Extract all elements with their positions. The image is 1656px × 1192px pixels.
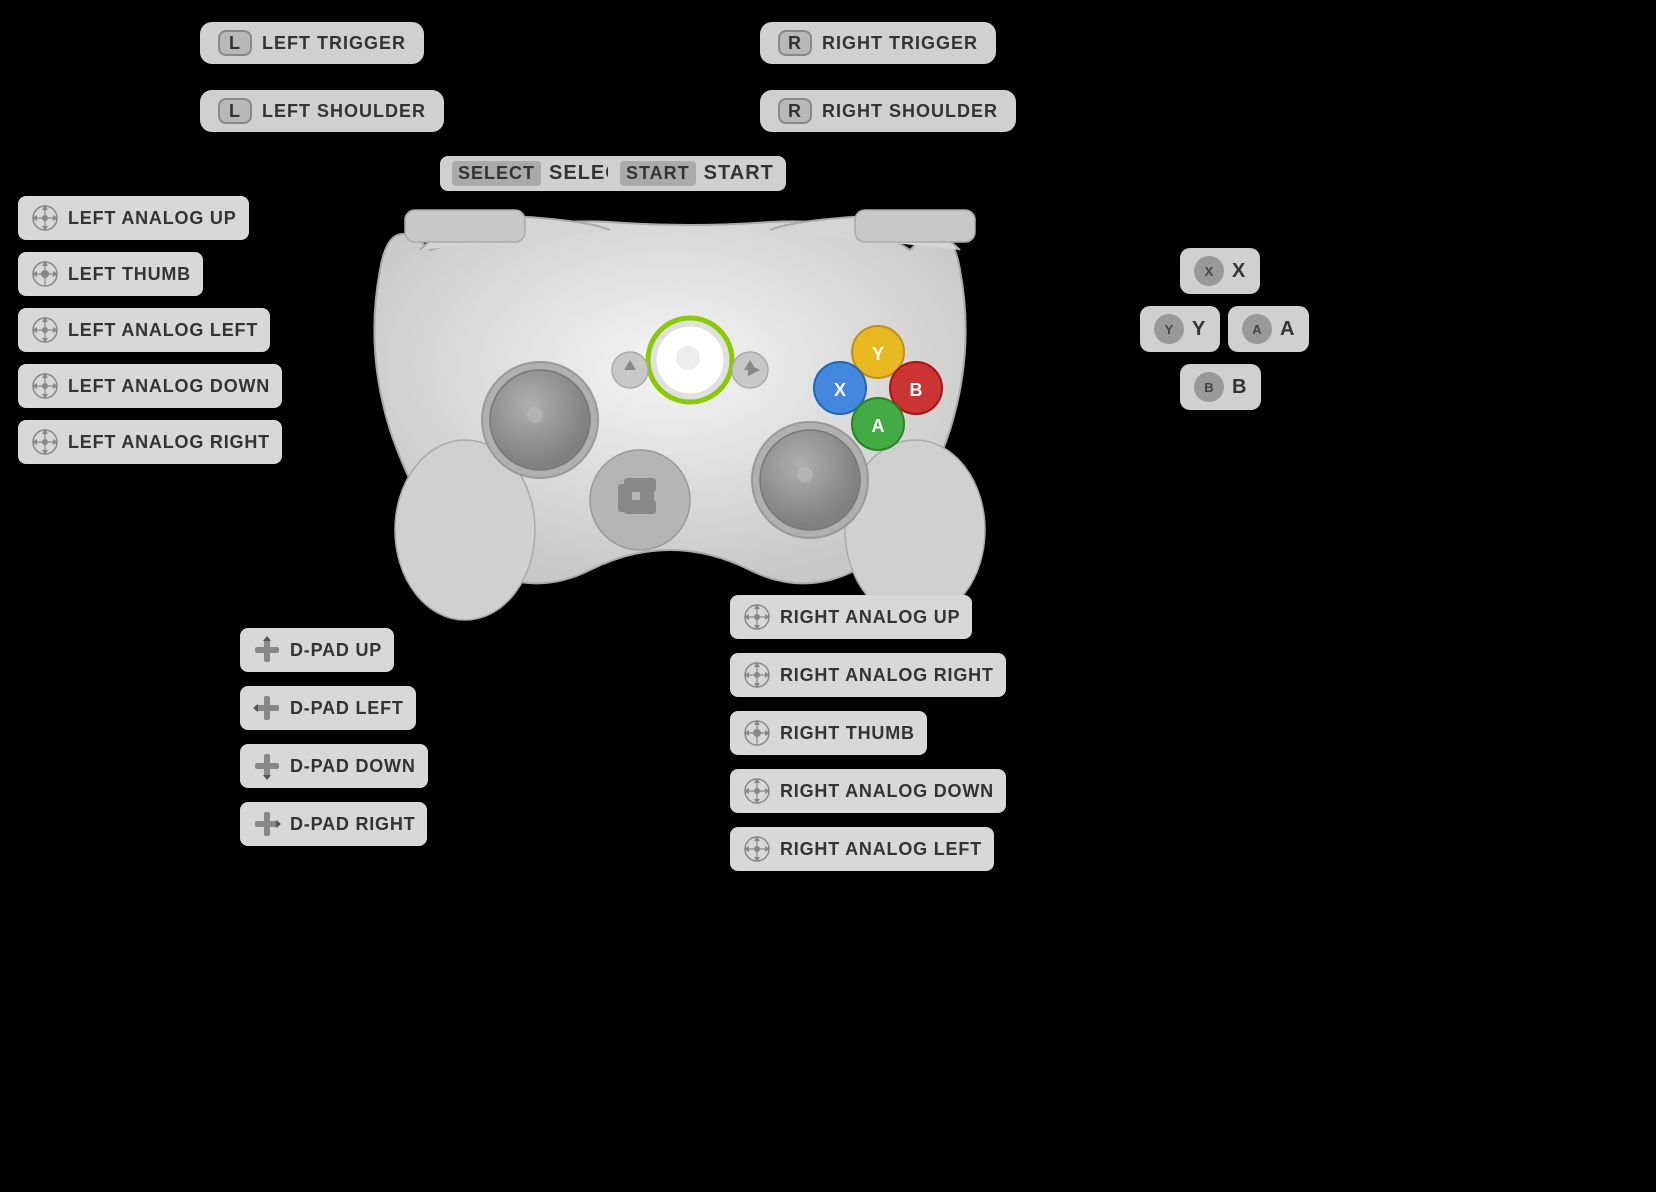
- left-shoulder-text: LEFT SHOULDER: [262, 101, 426, 122]
- left-analog-left-text: LEFT ANALOG LEFT: [68, 320, 258, 341]
- controller-diagram: Y X B A: [310, 130, 1070, 730]
- dpad-left-label: D-PAD LEFT: [240, 686, 416, 730]
- left-thumb-label: LEFT THUMB: [18, 252, 203, 296]
- left-analog-down-text: LEFT ANALOG DOWN: [68, 376, 270, 397]
- y-button-label: Y Y: [1140, 306, 1220, 352]
- dpad-down-text: D-PAD DOWN: [290, 756, 416, 777]
- right-analog-left-text: RIGHT ANALOG LEFT: [780, 839, 982, 860]
- right-trigger-text: RIGHT TRIGGER: [822, 33, 978, 54]
- right-analog-right-icon: [742, 660, 772, 690]
- l-badge-shoulder: L: [218, 98, 252, 124]
- left-analog-up-text: LEFT ANALOG UP: [68, 208, 237, 229]
- right-analog-down-text: RIGHT ANALOG DOWN: [780, 781, 994, 802]
- analog-right-icon: [30, 427, 60, 457]
- right-analog-left-icon: [742, 834, 772, 864]
- right-shoulder-label: R RIGHT SHOULDER: [760, 90, 1016, 132]
- right-thumb-icon: [742, 718, 772, 748]
- r-badge-text: R: [788, 33, 802, 54]
- l-badge: L: [218, 30, 252, 56]
- left-trigger-text: LEFT TRIGGER: [262, 33, 406, 54]
- left-trigger-label: L LEFT TRIGGER: [200, 22, 424, 64]
- right-trigger-label: R RIGHT TRIGGER: [760, 22, 996, 64]
- dpad-up-text: D-PAD UP: [290, 640, 382, 661]
- right-thumb-label: RIGHT THUMB: [730, 711, 927, 755]
- svg-text:B: B: [910, 380, 923, 400]
- r-badge: R: [778, 30, 812, 56]
- right-analog-down-label: RIGHT ANALOG DOWN: [730, 769, 1006, 813]
- x-button-text: X: [1232, 260, 1246, 283]
- b-button-label: B B: [1180, 364, 1261, 410]
- right-analog-right-label: RIGHT ANALOG RIGHT: [730, 653, 1006, 697]
- l-badge-shoulder-text: L: [229, 101, 241, 122]
- left-analog-left-label: LEFT ANALOG LEFT: [18, 308, 270, 352]
- b-button-text: B: [1232, 376, 1247, 399]
- left-analog-up-label: LEFT ANALOG UP: [18, 196, 249, 240]
- left-shoulder-label: L LEFT SHOULDER: [200, 90, 444, 132]
- right-shoulder-text: RIGHT SHOULDER: [822, 101, 998, 122]
- left-analog-right-label: LEFT ANALOG RIGHT: [18, 420, 282, 464]
- right-analog-right-text: RIGHT ANALOG RIGHT: [780, 665, 994, 686]
- analog-up-icon: [30, 203, 60, 233]
- x-btn-circle: X: [1194, 256, 1224, 286]
- dpad-down-label: D-PAD DOWN: [240, 744, 428, 788]
- r-badge-shoulder-text: R: [788, 101, 802, 122]
- left-analog-right-text: LEFT ANALOG RIGHT: [68, 432, 270, 453]
- a-button-text: A: [1280, 318, 1295, 341]
- analog-down-icon: [30, 371, 60, 401]
- left-analog-down-label: LEFT ANALOG DOWN: [18, 364, 282, 408]
- b-btn-circle: B: [1194, 372, 1224, 402]
- a-button-label: A A: [1228, 306, 1309, 352]
- y-button-text: Y: [1192, 318, 1206, 341]
- left-thumb-text: LEFT THUMB: [68, 264, 191, 285]
- dpad-up-label: D-PAD UP: [240, 628, 394, 672]
- a-btn-circle: A: [1242, 314, 1272, 344]
- dpad-down-icon: [252, 751, 282, 781]
- dpad-right-label: D-PAD RIGHT: [240, 802, 427, 846]
- svg-text:X: X: [834, 380, 846, 400]
- y-btn-circle: Y: [1154, 314, 1184, 344]
- dpad-right-text: D-PAD RIGHT: [290, 814, 415, 835]
- right-analog-left-label: RIGHT ANALOG LEFT: [730, 827, 994, 871]
- svg-text:Y: Y: [872, 344, 884, 364]
- right-analog-down-icon: [742, 776, 772, 806]
- analog-left-icon: [30, 315, 60, 345]
- right-thumb-text: RIGHT THUMB: [780, 723, 915, 744]
- l-badge-text: L: [229, 33, 241, 54]
- svg-text:A: A: [872, 416, 885, 436]
- right-analog-up-label: RIGHT ANALOG UP: [730, 595, 972, 639]
- right-analog-up-text: RIGHT ANALOG UP: [780, 607, 960, 628]
- x-button-label: X X: [1180, 248, 1260, 294]
- dpad-up-icon: [252, 635, 282, 665]
- dpad-left-text: D-PAD LEFT: [290, 698, 404, 719]
- dpad-right-icon: [252, 809, 282, 839]
- right-analog-up-icon: [742, 602, 772, 632]
- left-thumb-icon: [30, 259, 60, 289]
- dpad-left-icon: [252, 693, 282, 723]
- r-badge-shoulder: R: [778, 98, 812, 124]
